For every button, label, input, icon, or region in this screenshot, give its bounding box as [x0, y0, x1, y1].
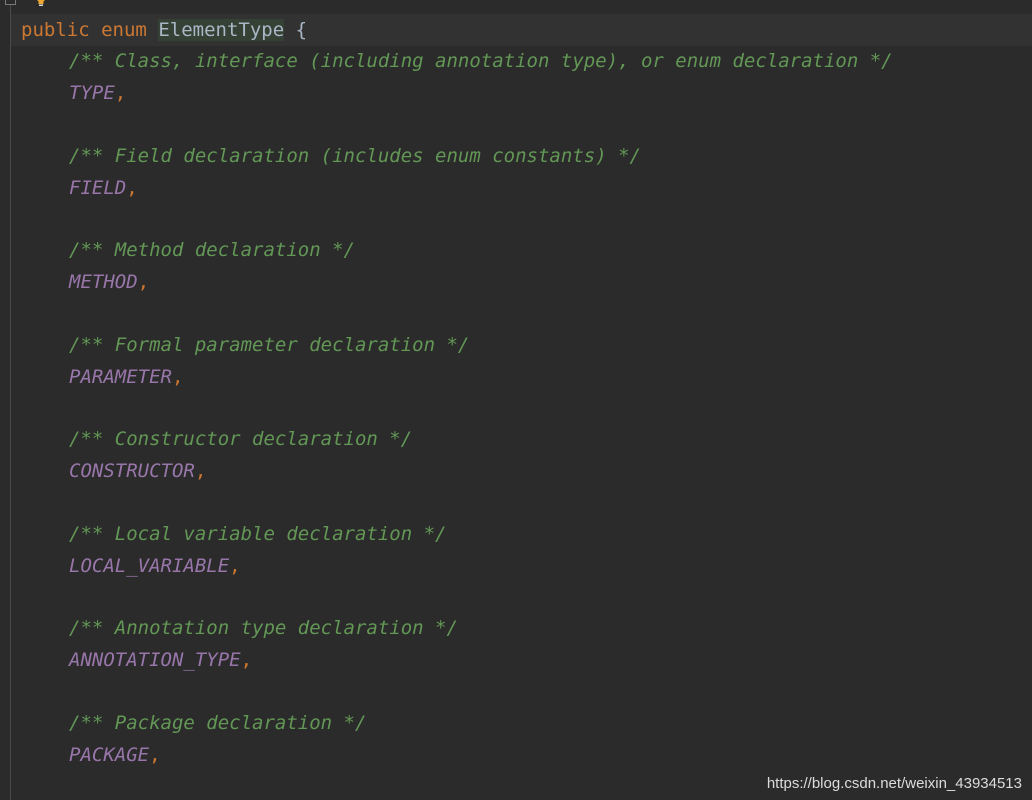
javadoc-comment: /** Local variable declaration */	[69, 523, 447, 545]
lightbulb-icon[interactable]	[33, 0, 49, 8]
comma-separator: ,	[149, 744, 161, 766]
open-brace: {	[295, 19, 308, 41]
enum-constant-line[interactable]: ANNOTATION_TYPE,	[69, 648, 252, 672]
enum-constant[interactable]: LOCAL_VARIABLE	[69, 555, 229, 577]
enum-constant-line[interactable]: CONSTRUCTOR,	[69, 459, 206, 483]
enum-constant-line[interactable]: TYPE,	[69, 81, 126, 105]
code-editor[interactable]: public enum ElementType { /** Class, int…	[0, 0, 1032, 800]
enum-constant[interactable]: TYPE	[69, 82, 115, 104]
javadoc-comment: /** Method declaration */	[69, 239, 355, 261]
enum-keyword: enum	[101, 19, 147, 41]
enum-constant[interactable]: CONSTRUCTOR	[69, 460, 195, 482]
enum-constant[interactable]: PACKAGE	[69, 744, 149, 766]
enum-constant-line[interactable]: METHOD,	[69, 270, 149, 294]
enum-name[interactable]: ElementType	[158, 19, 285, 41]
javadoc-comment: /** Constructor declaration */	[69, 428, 413, 450]
enum-declaration-line[interactable]: public enum ElementType {	[21, 18, 307, 42]
fold-marker-icon[interactable]	[5, 0, 16, 5]
enum-constant[interactable]: ANNOTATION_TYPE	[69, 649, 241, 671]
comma-separator: ,	[137, 271, 150, 293]
enum-constant-line[interactable]: PACKAGE,	[69, 743, 161, 767]
modifier-keyword: public	[21, 19, 90, 41]
comma-separator: ,	[194, 460, 207, 482]
comma-separator: ,	[126, 177, 138, 199]
gutter-divider	[10, 0, 11, 800]
javadoc-comment: /** Formal parameter declaration */	[69, 334, 470, 356]
watermark: https://blog.csdn.net/weixin_43934513	[766, 775, 1022, 792]
enum-constant-line[interactable]: LOCAL_VARIABLE,	[69, 554, 241, 578]
comma-separator: ,	[240, 649, 253, 671]
enum-constant-line[interactable]: PARAMETER,	[69, 365, 183, 389]
javadoc-comment: /** Field declaration (includes enum con…	[69, 145, 641, 167]
javadoc-comment: /** Package declaration */	[69, 712, 367, 734]
comma-separator: ,	[171, 366, 184, 388]
javadoc-comment: /** Annotation type declaration */	[69, 617, 458, 639]
enum-constant[interactable]: FIELD	[69, 177, 126, 199]
enum-constant[interactable]: PARAMETER	[69, 366, 172, 388]
javadoc-comment: /** Class, interface (including annotati…	[69, 50, 893, 72]
comma-separator: ,	[114, 82, 127, 104]
enum-constant[interactable]: METHOD	[69, 271, 138, 293]
comma-separator: ,	[229, 555, 241, 577]
enum-constant-line[interactable]: FIELD,	[69, 176, 138, 200]
